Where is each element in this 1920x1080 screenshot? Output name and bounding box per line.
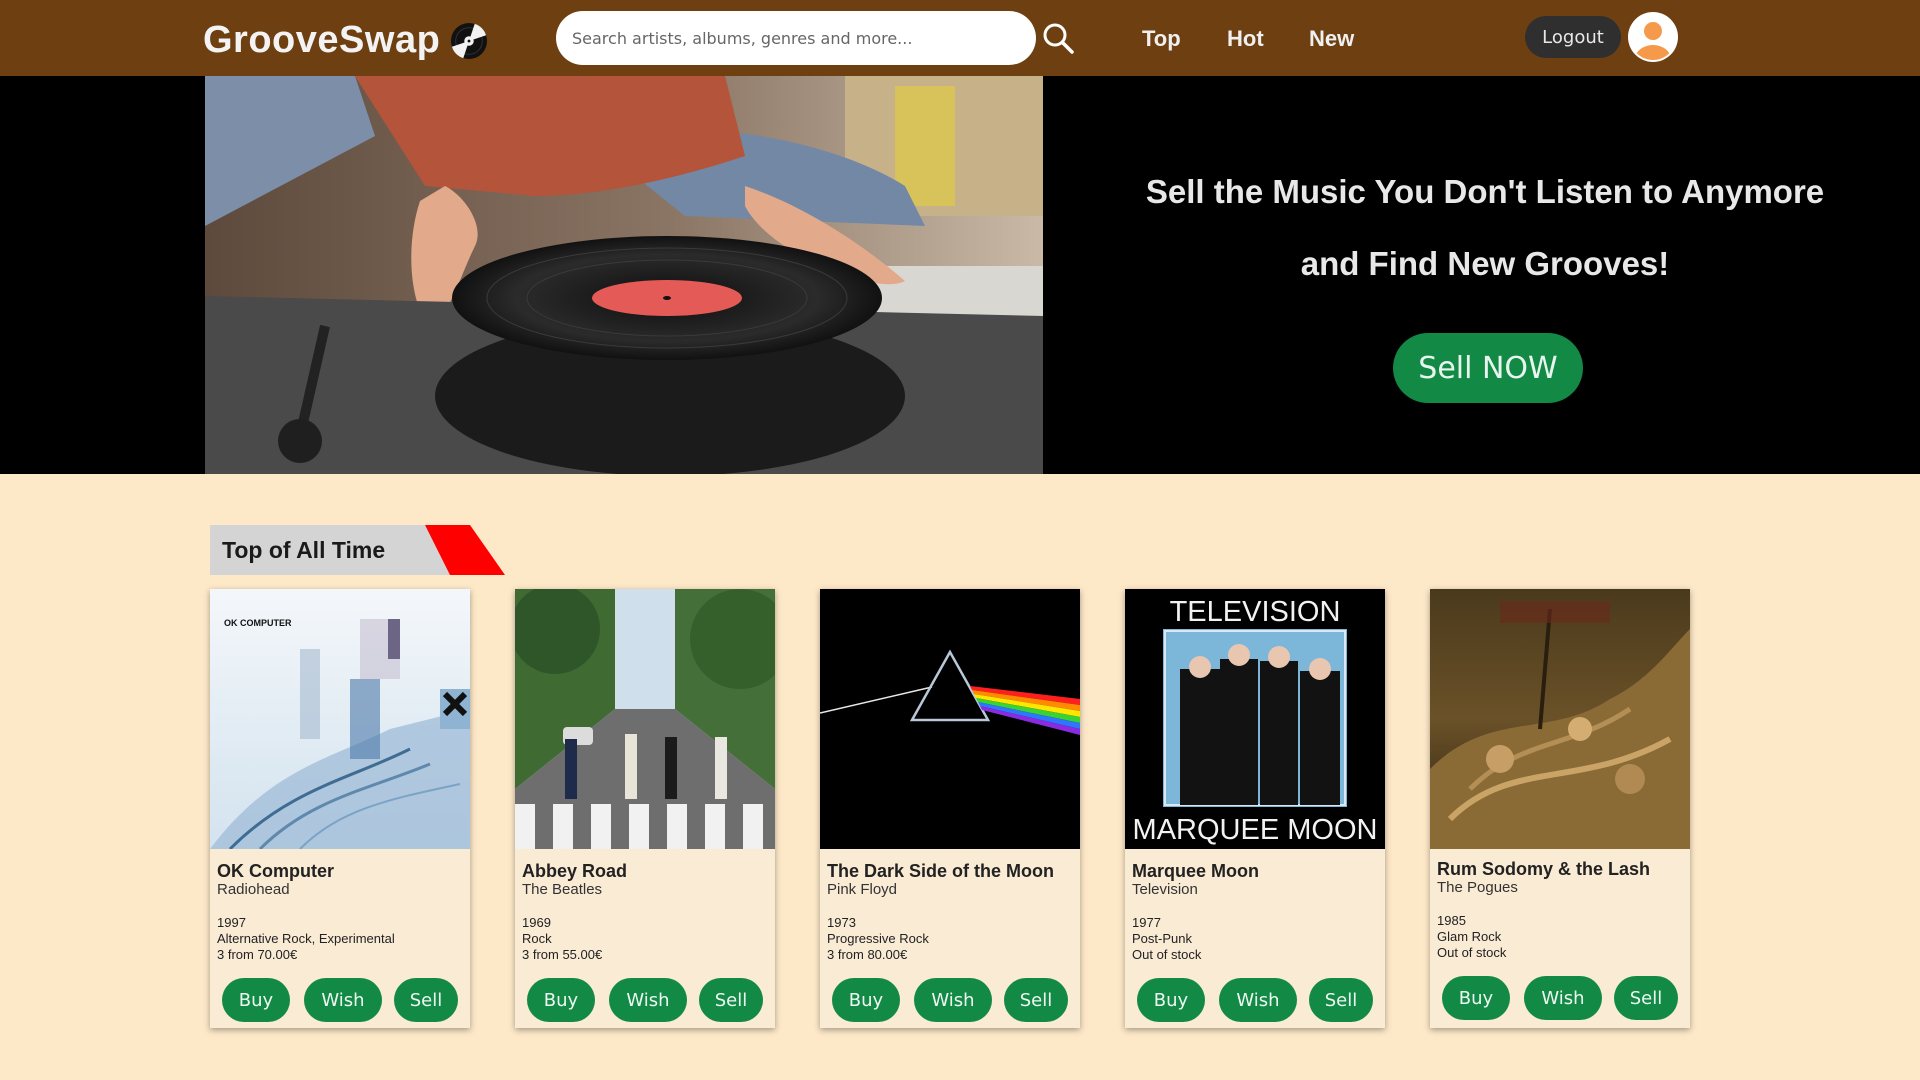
hero-headline-line2: and Find New Grooves! [1300, 245, 1670, 282]
ok-computer-cover-text: OK COMPUTER [224, 618, 292, 628]
album-price: Out of stock [1437, 945, 1507, 960]
vinyl-record-icon [450, 22, 488, 60]
album-year: 1997 [217, 915, 246, 930]
nav-new[interactable]: New [1309, 26, 1354, 52]
buy-button[interactable]: Buy [1442, 976, 1510, 1020]
album-genre: Rock [522, 931, 552, 946]
album-card-ok-computer[interactable]: OK COMPUTER OK Computer Radiohead 1997 A… [210, 589, 470, 1028]
sell-button[interactable]: Sell [394, 978, 458, 1022]
album-title[interactable]: OK Computer [217, 861, 334, 882]
album-cover-rum-sodomy-and-the-lash[interactable] [1430, 589, 1690, 849]
buy-button[interactable]: Buy [527, 978, 595, 1022]
album-artist[interactable]: Television [1132, 881, 1198, 898]
section-title: Top of All Time [222, 537, 386, 563]
wish-button[interactable]: Wish [304, 978, 382, 1022]
user-avatar-icon[interactable] [1627, 11, 1679, 63]
wish-button[interactable]: Wish [914, 978, 992, 1022]
top-nav-bar: GrooveSwap Top Hot New Logout [0, 0, 1920, 76]
hero-headline-line1: Sell the Music You Don't Listen to Anymo… [1145, 173, 1825, 210]
hero-headline: Sell the Music You Don't Listen to Anymo… [1090, 156, 1880, 300]
wish-button[interactable]: Wish [609, 978, 687, 1022]
sell-now-button[interactable]: Sell NOW [1393, 333, 1583, 403]
album-cover-marquee-moon[interactable]: TELEVISION MARQUEE MOON [1125, 589, 1385, 849]
buy-button[interactable]: Buy [1137, 978, 1205, 1022]
album-price: 3 from 70.00€ [217, 947, 298, 962]
logout-button[interactable]: Logout [1525, 16, 1621, 58]
album-card-abbey-road[interactable]: Abbey Road The Beatles 1969 Rock 3 from … [515, 589, 775, 1028]
sell-button[interactable]: Sell [1309, 978, 1373, 1022]
album-title[interactable]: Abbey Road [522, 861, 627, 882]
search-icon[interactable] [1042, 22, 1074, 54]
marquee-moon-cover-top-text: TELEVISION [1170, 596, 1341, 628]
album-card-marquee-moon[interactable]: TELEVISION MARQUEE MOON Marquee Moon Tel… [1125, 589, 1385, 1028]
album-genre: Progressive Rock [827, 931, 929, 946]
album-card-rum-sodomy-and-the-lash[interactable]: Rum Sodomy & the Lash The Pogues 1985 Gl… [1430, 589, 1690, 1028]
nav-hot[interactable]: Hot [1227, 26, 1264, 52]
sell-button[interactable]: Sell [1004, 978, 1068, 1022]
site-logo[interactable]: GrooveSwap [203, 19, 440, 62]
album-artist[interactable]: The Beatles [522, 881, 602, 898]
hero-banner: Sell the Music You Don't Listen to Anymo… [0, 76, 1920, 474]
album-cover-dark-side-of-the-moon[interactable] [820, 589, 1080, 849]
nav-top[interactable]: Top [1142, 26, 1181, 52]
album-title[interactable]: The Dark Side of the Moon [827, 861, 1054, 882]
album-artist[interactable]: The Pogues [1437, 879, 1518, 896]
album-year: 1969 [522, 915, 551, 930]
buy-button[interactable]: Buy [222, 978, 290, 1022]
wish-button[interactable]: Wish [1524, 976, 1602, 1020]
album-year: 1985 [1437, 913, 1466, 928]
marquee-moon-cover-bottom-text: MARQUEE MOON [1133, 814, 1378, 846]
album-genre: Post-Punk [1132, 931, 1192, 946]
buy-button[interactable]: Buy [832, 978, 900, 1022]
album-year: 1973 [827, 915, 856, 930]
album-cover-abbey-road[interactable] [515, 589, 775, 849]
album-title[interactable]: Marquee Moon [1132, 861, 1259, 882]
sell-button[interactable]: Sell [699, 978, 763, 1022]
album-cover-ok-computer[interactable]: OK COMPUTER [210, 589, 470, 849]
section-heading-top-of-all-time: Top of All Time [210, 525, 505, 575]
album-card-dark-side-of-the-moon[interactable]: The Dark Side of the Moon Pink Floyd 197… [820, 589, 1080, 1028]
wish-button[interactable]: Wish [1219, 978, 1297, 1022]
album-artist[interactable]: Radiohead [217, 881, 290, 898]
album-artist[interactable]: Pink Floyd [827, 881, 897, 898]
search-input[interactable] [556, 11, 1036, 65]
album-genre: Alternative Rock, Experimental [217, 931, 395, 946]
turntable-hero-image [205, 76, 1043, 474]
album-genre: Glam Rock [1437, 929, 1502, 944]
album-price: 3 from 55.00€ [522, 947, 603, 962]
sell-button[interactable]: Sell [1614, 976, 1678, 1020]
album-price: Out of stock [1132, 947, 1202, 962]
album-title[interactable]: Rum Sodomy & the Lash [1437, 859, 1650, 880]
album-price: 3 from 80.00€ [827, 947, 908, 962]
album-year: 1977 [1132, 915, 1161, 930]
